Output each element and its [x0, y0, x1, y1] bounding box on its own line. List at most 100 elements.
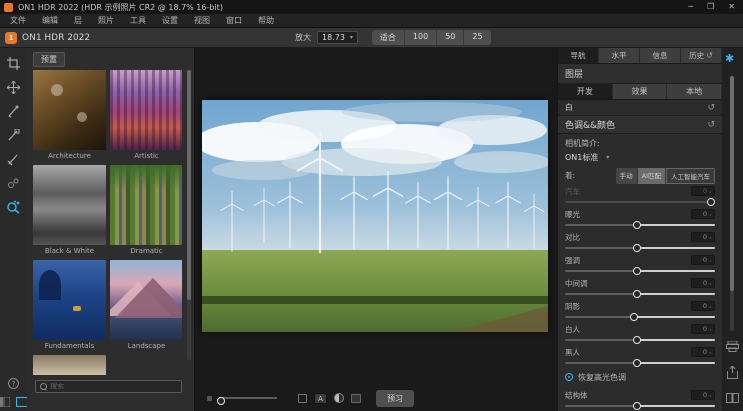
preset-artistic[interactable]: Artistic [110, 70, 182, 161]
menu-tools[interactable]: 工具 [130, 15, 146, 26]
canvas-bottom-bar: A 预习 [195, 385, 557, 411]
tab-develop[interactable]: 开发 [558, 84, 613, 99]
layers-section-header[interactable]: 图层 [558, 64, 722, 84]
presets-tab[interactable]: 预置 [33, 52, 65, 67]
menu-layer[interactable]: 层 [74, 15, 82, 26]
minimize-button[interactable]: ─ [688, 0, 693, 14]
title-bar: ON1 HDR 2022 (HDR 示例照片 CR2 @ 18.7% 16-bi… [0, 0, 743, 14]
tab-history[interactable]: 历史 ↺ [681, 48, 722, 63]
shadows-slider[interactable] [565, 312, 715, 321]
zoom-out-icon[interactable] [207, 396, 212, 401]
structure-slider-row: 结构体0 [558, 390, 722, 410]
auto-slider[interactable] [565, 197, 715, 206]
crop-tool-icon[interactable] [6, 56, 21, 71]
browse-panel-icon[interactable] [0, 397, 10, 407]
right-panel: 导航 水平 信息 历史 ↺ 图层 开发 效果 本地 白 ↺ 色调&&颜色 ↺ [557, 48, 722, 411]
mask-view-icon[interactable] [334, 393, 344, 403]
preset-search [35, 380, 182, 393]
menu-file[interactable]: 文件 [10, 15, 26, 26]
whites-slider[interactable] [565, 335, 715, 344]
close-button[interactable]: ✕ [728, 0, 735, 14]
presets-scrollbar[interactable] [187, 70, 191, 360]
maximize-button[interactable]: ❐ [707, 0, 714, 14]
preset-fundamentals[interactable]: Fundamentals [33, 260, 106, 351]
chevron-down-icon: ▾ [350, 34, 353, 41]
tab-effects[interactable]: 效果 [613, 84, 668, 99]
masking-bug-tool-icon[interactable] [6, 128, 21, 143]
app-window: ON1 HDR 2022 (HDR 示例照片 CR2 @ 18.7% 16-bi… [0, 0, 743, 411]
menu-view[interactable]: 视图 [194, 15, 210, 26]
menu-settings[interactable]: 设置 [162, 15, 178, 26]
tone-label: 着: [565, 170, 575, 181]
menu-help[interactable]: 帮助 [258, 15, 274, 26]
ai-mask-tool-icon[interactable] [6, 200, 21, 215]
preset-black-white[interactable]: Black & White [33, 165, 106, 256]
tone-color-section-header[interactable]: 色调&&颜色 ↺ [558, 116, 722, 134]
blacks-slider[interactable] [565, 358, 715, 367]
retouch-tool-icon[interactable] [6, 176, 21, 191]
refine-brush-tool-icon[interactable] [6, 152, 21, 167]
tab-info[interactable]: 信息 [640, 48, 681, 63]
zoom-value-dropdown[interactable]: 18.73 ▾ [317, 31, 358, 44]
menu-photo[interactable]: 照片 [98, 15, 114, 26]
preset-dramatic[interactable]: Dramatic [110, 165, 182, 256]
panel-scrollbar[interactable] [730, 76, 734, 331]
help-icon[interactable]: ? [8, 378, 19, 389]
tab-levels[interactable]: 水平 [599, 48, 640, 63]
original-toggle-button[interactable]: A [314, 393, 327, 404]
zoom-100-button[interactable]: 100 [405, 30, 437, 45]
reset-icon[interactable]: ↺ [707, 103, 715, 113]
preset-architecture[interactable]: Architecture [33, 70, 106, 161]
search-input[interactable] [50, 383, 177, 390]
ai-section-row[interactable]: 白 ↺ [558, 100, 722, 116]
exposure-slider-row: 曝光0 [558, 209, 722, 229]
menu-window[interactable]: 窗口 [226, 15, 242, 26]
tool-strip: ? [0, 48, 27, 411]
tone-ai-auto-button[interactable]: 人工智能汽车 [666, 168, 715, 184]
right-edge-strip: ✱ [722, 48, 743, 411]
radio-icon [565, 373, 573, 381]
tab-navigator[interactable]: 导航 [558, 48, 599, 63]
structure-slider[interactable] [565, 401, 715, 410]
masking-brush-tool-icon[interactable] [6, 104, 21, 119]
rescue-highlights-toggle[interactable]: 恢复高光色调 [558, 370, 722, 384]
contrast-slider[interactable] [565, 243, 715, 252]
highlights-slider[interactable] [565, 266, 715, 275]
on1-app-logo-icon: 1 [5, 32, 17, 44]
exposure-slider[interactable] [565, 220, 715, 229]
camera-profile-dropdown[interactable]: ON1标准 ▾ [558, 150, 722, 165]
preset-grid: Architecture Artistic Black & White Dram… [33, 70, 182, 375]
fit-button[interactable]: 适合 [372, 30, 405, 45]
reset-icon[interactable]: ↺ [707, 120, 715, 130]
shadows-slider-row: 阴影0 [558, 301, 722, 321]
compare-view-icon[interactable] [298, 394, 307, 403]
canvas-area[interactable]: A 预习 [195, 48, 557, 411]
split-view-icon[interactable] [351, 394, 361, 403]
zoom-25-button[interactable]: 25 [464, 30, 490, 45]
preset-magic[interactable]: MAGIC [33, 355, 106, 375]
move-tool-icon[interactable] [6, 80, 21, 95]
zoom-label: 放大 [295, 32, 311, 43]
highlights-slider-row: 强调0 [558, 255, 722, 275]
app-title: ON1 HDR 2022 [22, 33, 90, 43]
preset-thumbnail [110, 165, 182, 245]
tone-ai-match-button[interactable]: AI匹配 [638, 168, 666, 184]
bottom-zoom-slider[interactable] [219, 397, 277, 399]
print-icon[interactable] [726, 341, 739, 352]
preset-thumbnail [33, 165, 106, 245]
preset-thumbnail [33, 70, 106, 150]
preset-landscape[interactable]: Landscape [110, 260, 182, 351]
preview-button[interactable]: 预习 [376, 390, 414, 407]
tab-local[interactable]: 本地 [667, 84, 722, 99]
zoom-50-button[interactable]: 50 [437, 30, 464, 45]
export-icon[interactable] [727, 366, 738, 379]
whites-slider-row: 白人0 [558, 324, 722, 344]
tone-manual-button[interactable]: 手动 [616, 168, 638, 184]
chevron-down-icon: ▾ [606, 154, 609, 161]
compare-pages-icon[interactable] [726, 393, 739, 403]
menu-edit[interactable]: 编辑 [42, 15, 58, 26]
ai-panel-icon[interactable]: ✱ [725, 52, 734, 65]
midtones-slider[interactable] [565, 289, 715, 298]
preset-thumbnail: MAGIC [33, 355, 106, 375]
on1-logo-icon [4, 3, 13, 12]
